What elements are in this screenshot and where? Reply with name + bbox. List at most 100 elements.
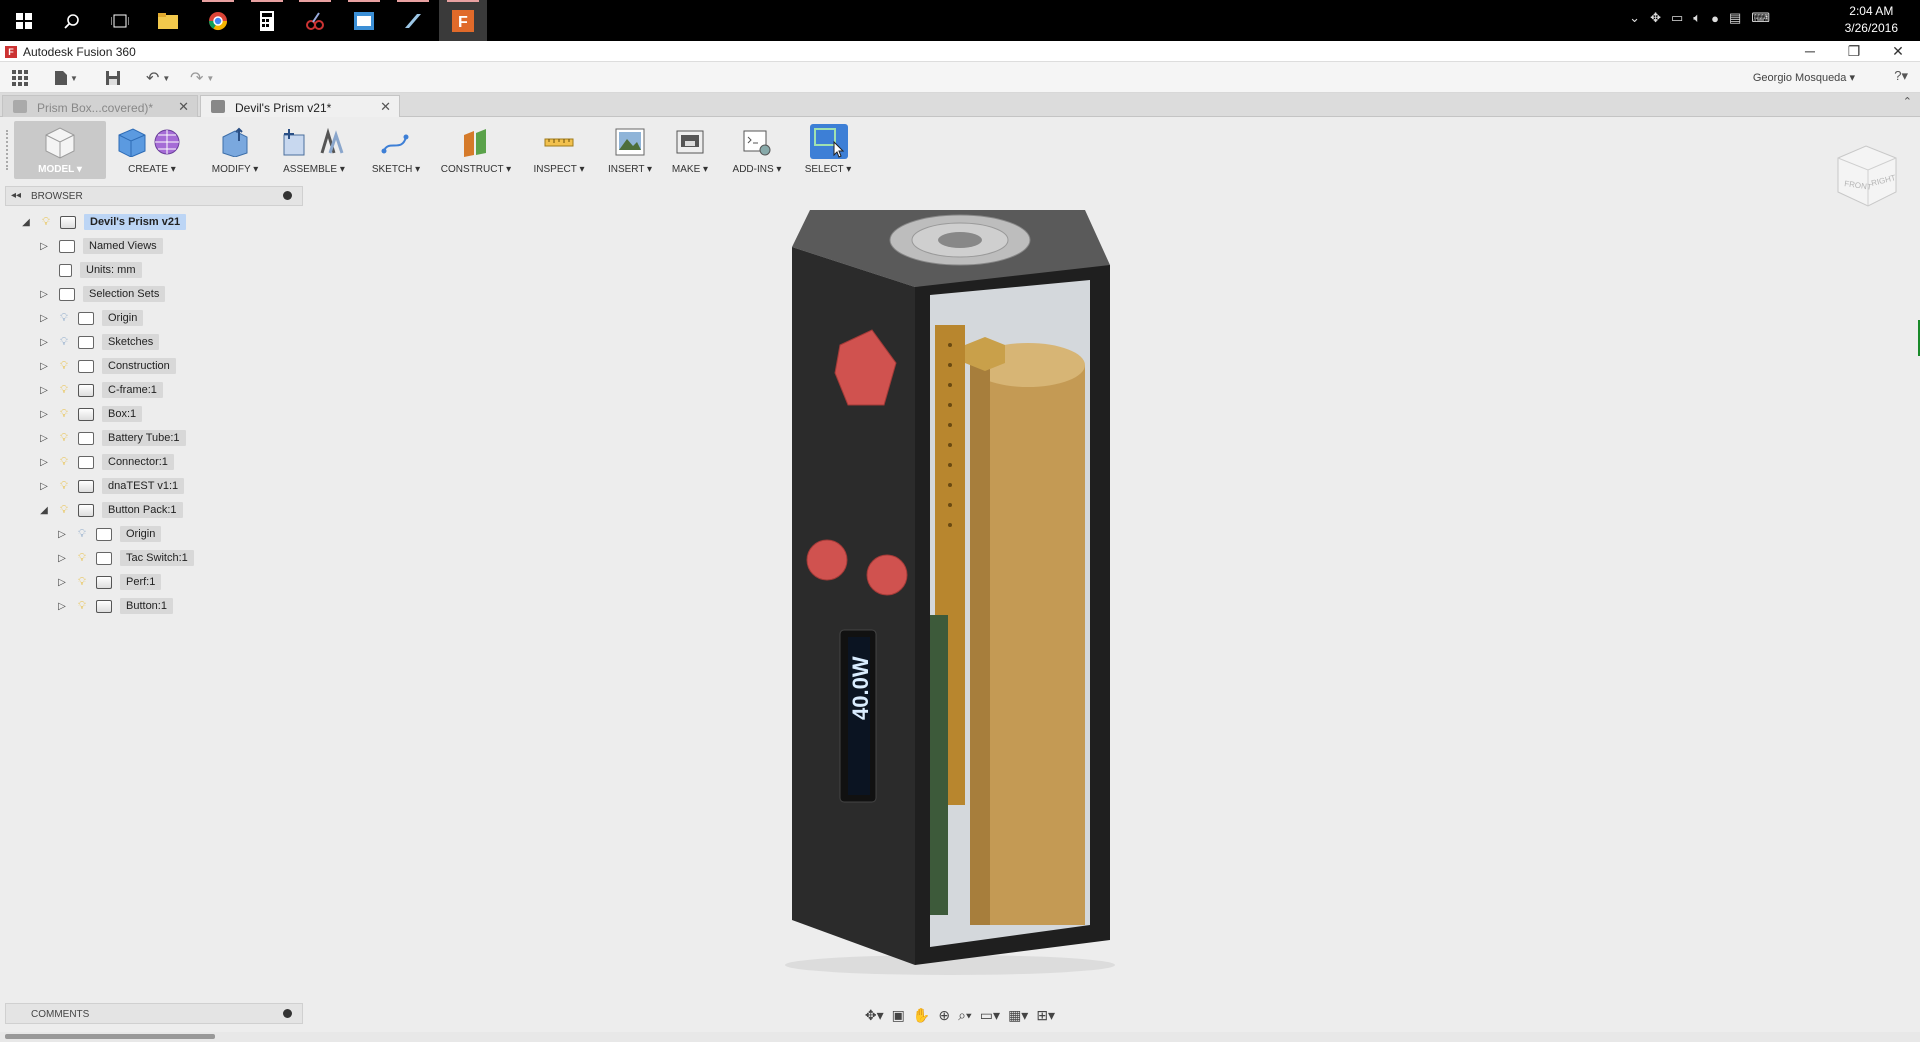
tree-label[interactable]: Selection Sets	[83, 286, 166, 302]
tree-item-battery-tube[interactable]: ▷ 💡︎ Battery Tube:1	[38, 428, 186, 448]
chrome-icon[interactable]	[194, 0, 242, 41]
windows-start-icon[interactable]	[0, 0, 48, 41]
toolbar-grip[interactable]	[6, 130, 10, 170]
display-settings-icon[interactable]: ▭▾	[980, 1007, 1000, 1024]
task-view-icon[interactable]	[96, 0, 144, 41]
tree-item-construction[interactable]: ▷ 💡︎ Construction	[38, 356, 176, 376]
minimize-button[interactable]: ─	[1788, 41, 1832, 62]
visibility-bulb-icon[interactable]: 💡︎	[59, 360, 69, 372]
undo-button[interactable]: ↶ ▼	[146, 68, 170, 88]
tree-item-box[interactable]: ▷ 💡︎ Box:1	[38, 404, 143, 424]
workspace-model-button[interactable]: MODEL	[14, 121, 106, 179]
tree-label[interactable]: Construction	[102, 358, 176, 374]
horizontal-scrollbar[interactable]	[0, 1032, 1920, 1042]
select-menu[interactable]: SELECT	[800, 121, 856, 179]
scrollbar-thumb[interactable]	[5, 1034, 215, 1039]
tree-item-named-views[interactable]: ▷ Named Views	[38, 236, 163, 256]
visibility-bulb-icon[interactable]: 💡︎	[59, 456, 69, 468]
orbit-icon[interactable]: ✥▾	[865, 1007, 884, 1024]
insert-menu[interactable]: INSERT	[602, 121, 658, 179]
collapsed-triangle-icon[interactable]: ▷	[56, 553, 68, 564]
maximize-button[interactable]: ❐	[1832, 41, 1876, 62]
make-menu[interactable]: MAKE	[666, 121, 714, 179]
tree-item-button[interactable]: ▷ 💡︎ Button:1	[56, 596, 173, 616]
tree-label[interactable]: Battery Tube:1	[102, 430, 186, 446]
fusion-360-icon[interactable]: F	[439, 0, 487, 41]
app-icon[interactable]	[340, 0, 388, 41]
tree-item-units[interactable]: Units: mm	[59, 260, 142, 280]
app-tray-icon[interactable]: ✥	[1650, 10, 1661, 26]
tree-label[interactable]: Units: mm	[80, 262, 142, 278]
search-icon[interactable]	[48, 0, 96, 41]
tree-label[interactable]: Box:1	[102, 406, 143, 422]
visibility-bulb-icon[interactable]: 💡︎	[59, 384, 69, 396]
tree-item-button-pack[interactable]: ◢ 💡︎ Button Pack:1	[38, 500, 183, 520]
tab-devils-prism[interactable]: Devil's Prism v21* ✕	[200, 95, 400, 117]
dropbox-icon[interactable]: ●	[1711, 11, 1719, 26]
tree-label[interactable]: Named Views	[83, 238, 163, 254]
tree-item-dnatest[interactable]: ▷ 💡︎ dnaTEST v1:1	[38, 476, 185, 496]
collapsed-triangle-icon[interactable]: ▷	[38, 313, 50, 324]
data-panel-grid-icon[interactable]	[12, 68, 28, 88]
add-ins-menu[interactable]: ADD-INS	[726, 121, 788, 179]
assemble-menu[interactable]: ASSEMBLE	[278, 121, 350, 179]
calculator-icon[interactable]	[243, 0, 291, 41]
visibility-bulb-icon[interactable]: 💡︎	[59, 336, 69, 348]
chevron-up-icon[interactable]: ⌄	[1629, 10, 1640, 26]
sketch-menu[interactable]: SKETCH	[366, 121, 426, 179]
browser-header[interactable]: ◂◂ BROWSER	[5, 186, 303, 206]
expanded-triangle-icon[interactable]: ◢	[20, 217, 32, 228]
tree-item-perf[interactable]: ▷ 💡︎ Perf:1	[56, 572, 162, 592]
tree-item-tac-switch[interactable]: ▷ 💡︎ Tac Switch:1	[56, 548, 194, 568]
collapsed-triangle-icon[interactable]: ▷	[56, 577, 68, 588]
visibility-bulb-icon[interactable]: 💡︎	[59, 480, 69, 492]
tree-label[interactable]: Perf:1	[120, 574, 162, 590]
collapsed-triangle-icon[interactable]: ▷	[56, 529, 68, 540]
viewports-icon[interactable]: ⊞▾	[1036, 1007, 1055, 1024]
snipping-tool-icon[interactable]	[291, 0, 339, 41]
tree-label[interactable]: Origin	[120, 526, 162, 542]
tree-label[interactable]: Tac Switch:1	[120, 550, 194, 566]
collapsed-triangle-icon[interactable]: ▷	[38, 385, 50, 396]
create-menu[interactable]: CREATE	[112, 121, 192, 179]
select-tool-active[interactable]	[810, 124, 848, 159]
save-button[interactable]	[106, 68, 120, 88]
volume-icon[interactable]: 🔈︎	[1693, 10, 1701, 26]
collapsed-triangle-icon[interactable]: ▷	[38, 361, 50, 372]
tree-label[interactable]: C-frame:1	[102, 382, 163, 398]
view-cube[interactable]: FRONT RIGHT	[1830, 140, 1902, 212]
grid-settings-icon[interactable]: ▦▾	[1008, 1007, 1028, 1024]
action-center-icon[interactable]: ▤	[1729, 10, 1741, 26]
taskbar-clock[interactable]: 2:04 AM 3/26/2016	[1845, 3, 1898, 37]
pin-icon[interactable]	[283, 191, 292, 200]
collapsed-triangle-icon[interactable]: ▷	[56, 601, 68, 612]
close-tab-icon[interactable]: ✕	[178, 99, 189, 115]
close-tab-icon[interactable]: ✕	[380, 99, 391, 115]
visibility-bulb-icon[interactable]: 💡︎	[59, 312, 69, 324]
redo-button[interactable]: ↷ ▼	[190, 68, 214, 88]
network-icon[interactable]: ▭	[1671, 10, 1683, 26]
pan-icon[interactable]: ✋	[913, 1007, 930, 1024]
tree-label[interactable]: Button Pack:1	[102, 502, 183, 518]
3d-model-device[interactable]: 40.0W	[780, 195, 1120, 975]
collapsed-triangle-icon[interactable]: ▷	[38, 337, 50, 348]
help-menu-button[interactable]: ?▾	[1894, 68, 1908, 84]
file-explorer-icon[interactable]	[144, 0, 192, 41]
visibility-bulb-icon[interactable]: 💡︎	[77, 528, 87, 540]
keyboard-icon[interactable]: ⌨	[1751, 10, 1770, 26]
construct-menu[interactable]: CONSTRUCT	[438, 121, 514, 179]
expanded-triangle-icon[interactable]: ◢	[38, 505, 50, 516]
collapsed-triangle-icon[interactable]: ▷	[38, 457, 50, 468]
visibility-bulb-icon[interactable]: 💡︎	[59, 408, 69, 420]
collapsed-triangle-icon[interactable]: ▷	[38, 481, 50, 492]
comments-panel[interactable]: COMMENTS	[5, 1003, 303, 1024]
user-account-menu[interactable]: Georgio Mosqueda ▾	[1753, 71, 1855, 84]
tree-label[interactable]: Devil's Prism v21	[84, 214, 187, 230]
tree-item-origin[interactable]: ▷ 💡︎ Origin	[38, 308, 144, 328]
collapsed-triangle-icon[interactable]: ▷	[38, 289, 50, 300]
close-button[interactable]: ✕	[1876, 41, 1920, 62]
app-icon[interactable]	[389, 0, 437, 41]
visibility-bulb-icon[interactable]: 💡︎	[77, 576, 87, 588]
modify-menu[interactable]: MODIFY	[206, 121, 264, 179]
visibility-bulb-icon[interactable]: 💡︎	[59, 504, 69, 516]
